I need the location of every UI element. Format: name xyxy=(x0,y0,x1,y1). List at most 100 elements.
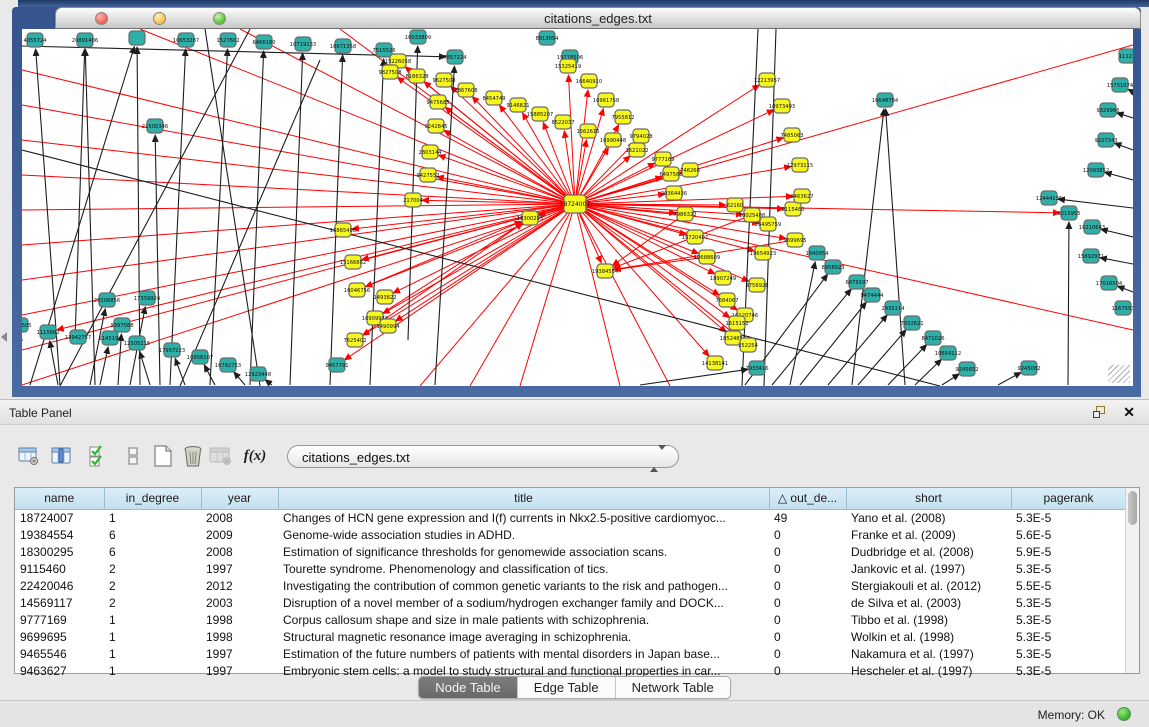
tab-network-table[interactable]: Network Table xyxy=(616,677,730,698)
graph-node[interactable]: 18724007 xyxy=(560,195,591,213)
delete-table-icon[interactable] xyxy=(181,443,205,469)
graph-node[interactable]: 10688609 xyxy=(694,250,720,264)
graph-node[interactable]: 8958923 xyxy=(821,260,844,274)
graph-node[interactable]: 746266 xyxy=(680,163,700,177)
column-header-name[interactable]: name xyxy=(15,488,104,509)
column-header-year[interactable]: year xyxy=(201,488,278,509)
graph-node[interactable]: 8522037 xyxy=(551,115,574,129)
west-panel-collapse-arrow[interactable] xyxy=(1,332,7,342)
graph-node[interactable]: 15720407 xyxy=(682,230,708,244)
graph-node[interactable]: 7857224 xyxy=(443,50,467,64)
graph-node[interactable]: 1615152 xyxy=(725,316,748,330)
graph-node[interactable]: 9115460 xyxy=(781,202,804,216)
graph-node[interactable]: 16033809 xyxy=(405,30,431,44)
graph-node[interactable]: 252254 xyxy=(738,338,759,352)
graph-node[interactable]: 17957223 xyxy=(159,343,185,357)
graph-node[interactable]: 17016504 xyxy=(1096,276,1123,290)
graph-node[interactable]: 12923448 xyxy=(245,367,271,381)
graph-node[interactable]: 12213957 xyxy=(754,73,780,87)
graph-node[interactable]: 9794028 xyxy=(629,129,652,143)
scrollbar-thumb[interactable] xyxy=(1128,491,1137,525)
table-row[interactable]: 911546021997Tourette syndrome. Phenomeno… xyxy=(15,560,1126,577)
graph-node[interactable]: 9245082 xyxy=(1017,361,1040,375)
graph-node[interactable]: 10653287 xyxy=(173,33,199,47)
column-header-title[interactable]: title xyxy=(278,488,769,509)
new-table-icon[interactable] xyxy=(151,443,175,469)
table-options-icon[interactable] xyxy=(17,443,41,469)
graph-node[interactable]: 2518505 xyxy=(22,318,32,332)
table-row[interactable]: 1872400712008Changes of HCN gene express… xyxy=(15,509,1126,526)
table-selector-dropdown[interactable]: citations_edges.txt xyxy=(287,445,679,468)
table-row[interactable]: 1456911722003Disruption of a novel membe… xyxy=(15,594,1126,611)
graph-node[interactable]: 2803144 xyxy=(418,145,442,159)
graph-node[interactable]: 1490994 xyxy=(376,319,400,333)
graph-node[interactable]: 16782753 xyxy=(215,358,241,372)
float-window-icon[interactable] xyxy=(1093,406,1107,419)
graph-node[interactable]: 16046756 xyxy=(344,283,370,297)
graph-node[interactable]: 1493822 xyxy=(373,290,396,304)
graph-node[interactable] xyxy=(129,31,145,45)
graph-node[interactable]: 9457791 xyxy=(325,358,348,372)
function-builder-icon[interactable]: f(x) xyxy=(243,443,267,469)
graph-node[interactable]: 7932621 xyxy=(900,316,923,330)
graph-node[interactable]: 20206856 xyxy=(94,293,120,307)
graph-node[interactable]: 15166852 xyxy=(340,255,366,269)
show-hide-columns-icon[interactable] xyxy=(50,443,74,469)
network-canvas[interactable]: 4055724208914061065328715276026466160107… xyxy=(22,29,1133,386)
graph-node[interactable]: 1562615 xyxy=(576,124,599,138)
graph-node[interactable]: 1840954 xyxy=(805,246,829,260)
graph-node[interactable]: 9463627 xyxy=(790,189,813,203)
graph-node[interactable]: 9627508 xyxy=(432,73,455,87)
graph-node[interactable]: 16640910 xyxy=(576,74,602,88)
graph-node[interactable]: 1167553 xyxy=(1111,301,1133,315)
graph-node[interactable]: 12444136 xyxy=(1036,191,1062,205)
graph-node[interactable]: 1115682 xyxy=(36,325,59,339)
graph-node[interactable]: 7955812 xyxy=(611,110,634,124)
graph-node[interactable]: 8186328 xyxy=(405,69,428,83)
graph-node[interactable]: 9397588 xyxy=(110,318,133,332)
graph-node[interactable]: 16990448 xyxy=(600,133,626,147)
graph-node[interactable]: 8454749 xyxy=(482,91,505,105)
column-header-in-degree[interactable]: in_degree xyxy=(104,488,201,509)
graph-node[interactable]: 1621022 xyxy=(625,143,648,157)
graph-node[interactable]: 1145194 xyxy=(98,331,122,345)
graph-node[interactable]: 8813054 xyxy=(535,31,559,45)
graph-node[interactable]: 13942757 xyxy=(65,330,91,344)
network-window-titlebar[interactable]: citations_edges.txt xyxy=(55,7,1141,29)
graph-node[interactable]: 20891406 xyxy=(72,33,98,47)
table-mode-icon[interactable] xyxy=(121,443,145,469)
graph-node[interactable]: 15885207 xyxy=(527,107,553,121)
tab-node-table[interactable]: Node Table xyxy=(419,677,518,698)
table-row[interactable]: 1830029562008Estimation of significance … xyxy=(15,543,1126,560)
column-header-out-de-[interactable]: △ out_de... xyxy=(769,488,846,509)
graph-node[interactable]: 7986322 xyxy=(673,207,696,221)
graph-node[interactable]: 8215955 xyxy=(1057,206,1080,220)
graph-node[interactable]: 217004 xyxy=(403,193,424,207)
graph-node[interactable]: 12093852 xyxy=(1083,163,1109,177)
graph-node[interactable]: 7684067 xyxy=(715,293,738,307)
graph-node[interactable]: 16961758 xyxy=(593,93,619,107)
table-row[interactable]: 2242004622012Investigating the contribut… xyxy=(15,577,1126,594)
graph-node[interactable]: 4055724 xyxy=(23,33,47,47)
graph-node[interactable]: 9227343 xyxy=(1094,133,1117,147)
network-window[interactable]: citations_edges.txt 4055724 20891406 10653… xyxy=(12,7,1141,397)
graph-node[interactable]: 9777169 xyxy=(651,152,674,166)
graph-node[interactable]: 9427552 xyxy=(416,168,439,182)
column-header-short[interactable]: short xyxy=(846,488,1011,509)
graph-node[interactable]: 17359924 xyxy=(134,291,161,305)
table-vertical-scrollbar[interactable] xyxy=(1125,488,1139,673)
graph-node[interactable]: 12505115 xyxy=(124,336,150,350)
graph-node[interactable]: 8471026 xyxy=(921,331,944,345)
table-row[interactable]: 946554611997Estimation of the future num… xyxy=(15,645,1126,662)
graph-node[interactable]: 10654112 xyxy=(935,346,961,360)
canvas-resize-grip[interactable] xyxy=(1108,365,1130,383)
graph-node[interactable]: 7485063 xyxy=(780,128,803,142)
close-icon[interactable]: ✕ xyxy=(1123,404,1135,420)
table-row[interactable]: 969969511998Structural magnetic resonanc… xyxy=(15,628,1126,645)
graph-node[interactable]: 16648784 xyxy=(872,93,899,107)
graph-node[interactable]: 9245652 xyxy=(955,362,978,376)
table-row[interactable]: 1938455462009Genome-wide association stu… xyxy=(15,526,1126,543)
graph-node[interactable]: 9827508 xyxy=(378,65,401,79)
select-columns-checklist-icon[interactable] xyxy=(86,443,110,469)
graph-node[interactable]: 1527602 xyxy=(216,33,239,47)
